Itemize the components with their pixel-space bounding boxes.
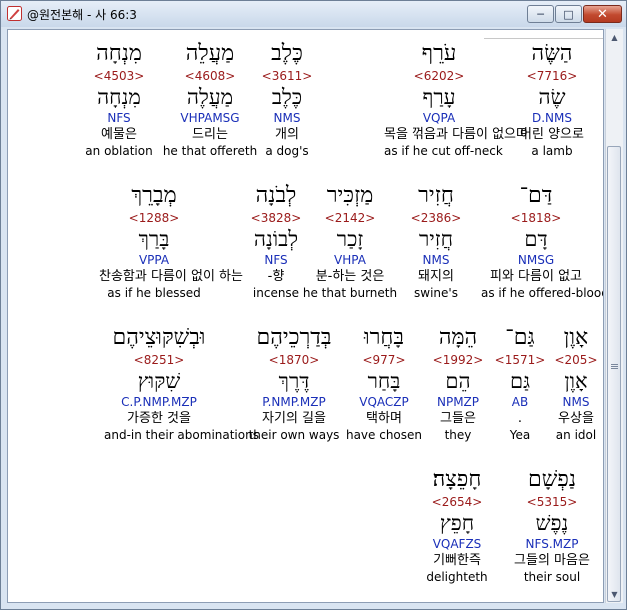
morphology-code: C.P.NMP.MZP <box>121 395 197 409</box>
interlinear-word[interactable]: חָפֵצָה׃ <2654> חָפֵץ VQAFZS 기뻐한즉 delighteth <box>402 466 512 586</box>
interlinear-word[interactable]: לְבֹנָה <3828> לְבוֹנָה NFS -향 incense <box>221 182 331 302</box>
scroll-down-arrow-icon[interactable]: ▼ <box>606 586 623 603</box>
korean-gloss: 그들의 마음은 <box>514 553 590 568</box>
lexical-form: שֶׂה <box>538 85 566 109</box>
english-gloss: and-in their abominations <box>104 428 259 442</box>
hebrew-word: וּבְשִׁקּוּצֵיהֶם <box>112 325 206 350</box>
lexical-form: דָּם <box>524 227 548 251</box>
minimize-icon: ─ <box>537 7 544 21</box>
english-gloss: a lamb <box>531 144 573 158</box>
interlinear-word[interactable]: נַפְשָׁם <5315> נֶפֶשׁ NFS.MZP 그들의 마음은 their … <box>497 466 603 586</box>
english-gloss: as if he cut off-neck <box>384 144 503 158</box>
korean-gloss: 피와 다름이 없고 <box>490 269 582 284</box>
korean-gloss: 기뻐한즉 <box>433 553 481 568</box>
scroll-thumb[interactable] <box>607 146 621 602</box>
lexical-form: מִנְחָה <box>97 85 141 109</box>
lexical-form: נֶפֶשׁ <box>535 511 569 535</box>
strong-number[interactable]: <2654> <box>402 495 512 509</box>
scroll-up-arrow-icon[interactable]: ▲ <box>606 29 623 46</box>
interlinear-word[interactable]: הַשֶּׂה <7716> שֶׂה D.NMS 어린 양으로 a lamb <box>497 40 603 160</box>
strong-number[interactable]: <1870> <box>239 353 349 367</box>
lexical-form: בָּרַךְ <box>138 227 170 251</box>
interlinear-word[interactable]: בְּדַרְכֵיהֶם <1870> דֶּרֶךְ P.NMP.MZP 자기의 길… <box>239 324 349 444</box>
strong-number[interactable]: <6202> <box>384 69 494 83</box>
header-input-strip <box>484 30 603 39</box>
interlinear-word[interactable]: מְבָרֵךְ <1288> בָּרַךְ VPPA 찬송함과 다름이 없이 하는 a… <box>99 182 243 302</box>
strong-number[interactable]: <3828> <box>221 211 331 225</box>
strong-number[interactable]: <8251> <box>104 353 214 367</box>
morphology-code: VQAFZS <box>432 537 482 551</box>
strong-number[interactable]: <5315> <box>497 495 603 509</box>
maximize-icon: □ <box>563 7 574 21</box>
hebrew-word: בְּדַרְכֵיהֶם <box>256 325 332 350</box>
strong-number[interactable]: <4503> <box>64 69 174 83</box>
lexical-form: חָפֵץ <box>439 511 475 535</box>
interlinear-word[interactable]: דַּם־ <1818> דָּם NMSG 피와 다름이 없고 as if he off… <box>481 182 604 302</box>
maximize-button[interactable]: □ <box>555 5 582 23</box>
hebrew-word: הַשֶּׂה <box>531 41 573 66</box>
hebrew-word: מְבָרֵךְ <box>131 183 177 208</box>
english-gloss: as if he blessed <box>107 286 201 300</box>
english-gloss: delighteth <box>426 570 488 584</box>
lexical-form: שִׁקּוּץ <box>137 369 181 393</box>
english-gloss: an oblation <box>85 144 153 158</box>
morphology-code: NFS <box>264 253 288 267</box>
hebrew-word: מִנְחָה <box>96 41 142 66</box>
strong-number[interactable]: <7716> <box>497 69 603 83</box>
morphology-code: VPPA <box>138 253 170 267</box>
interlinear-word[interactable]: מִנְחָה <4503> מִנְחָה NFS 예물은 an oblation <box>64 40 174 160</box>
interlinear-text-pane[interactable]: הַשֶּׂה <7716> שֶׂה D.NMS 어린 양으로 a lamb עֹרֵף <… <box>7 29 604 603</box>
morphology-code: NFS.MZP <box>525 537 579 551</box>
grip-icon <box>611 364 618 365</box>
strong-number[interactable]: <1818> <box>481 211 591 225</box>
lexical-form: עָרַף <box>422 85 456 109</box>
vertical-scrollbar[interactable]: ▲ ▼ <box>605 29 623 603</box>
hebrew-word: עֹרֵף <box>421 41 457 66</box>
english-gloss: their soul <box>523 570 581 584</box>
morphology-code: D.NMS <box>531 111 572 125</box>
interlinear-word[interactable]: וּבְשִׁקּוּצֵיהֶם <8251> שִׁקּוּץ C.P.NMP.M… <box>104 324 259 444</box>
strong-number[interactable]: <1288> <box>99 211 209 225</box>
app-window: @원전본해 - 사 66:3 ─ □ ✕ הַשֶּׂה <7716> שֶׂה D.… <box>0 0 627 610</box>
morphology-code: VQPA <box>422 111 456 125</box>
window-title: @원전본해 - 사 66:3 <box>27 8 137 22</box>
korean-gloss: 예물은 <box>101 127 137 142</box>
lexical-form: דֶּרֶךְ <box>278 369 310 393</box>
title-bar[interactable]: @원전본해 - 사 66:3 ─ □ ✕ <box>1 1 626 27</box>
korean-gloss: 목을 꺾음과 다름이 없으며 <box>384 127 528 142</box>
korean-gloss: 찬송함과 다름이 없이 하는 <box>99 269 243 284</box>
english-gloss: incense <box>252 286 300 300</box>
morphology-code: NFS <box>107 111 131 125</box>
english-gloss: as if he offered-blood <box>481 286 604 300</box>
hebrew-word: נַפְשָׁם <box>528 467 576 492</box>
minimize-button[interactable]: ─ <box>527 5 554 23</box>
lexical-form: לְבוֹנָה <box>253 227 299 251</box>
morphology-code: NMSG <box>517 253 555 267</box>
morphology-code: P.NMP.MZP <box>262 395 326 409</box>
hebrew-word: דַּם־ <box>519 183 553 208</box>
korean-gloss: 자기의 길을 <box>262 411 326 426</box>
hebrew-word: חָפֵצָה׃ <box>432 467 482 492</box>
interlinear-word[interactable]: עֹרֵף <6202> עָרַף VQPA 목을 꺾음과 다름이 없으며 as if … <box>384 40 528 160</box>
hebrew-word: לְבֹנָה <box>255 183 297 208</box>
close-button[interactable]: ✕ <box>583 5 622 23</box>
pen-logo-icon <box>7 6 22 21</box>
close-icon: ✕ <box>597 6 608 22</box>
korean-gloss: 가증한 것을 <box>127 411 191 426</box>
